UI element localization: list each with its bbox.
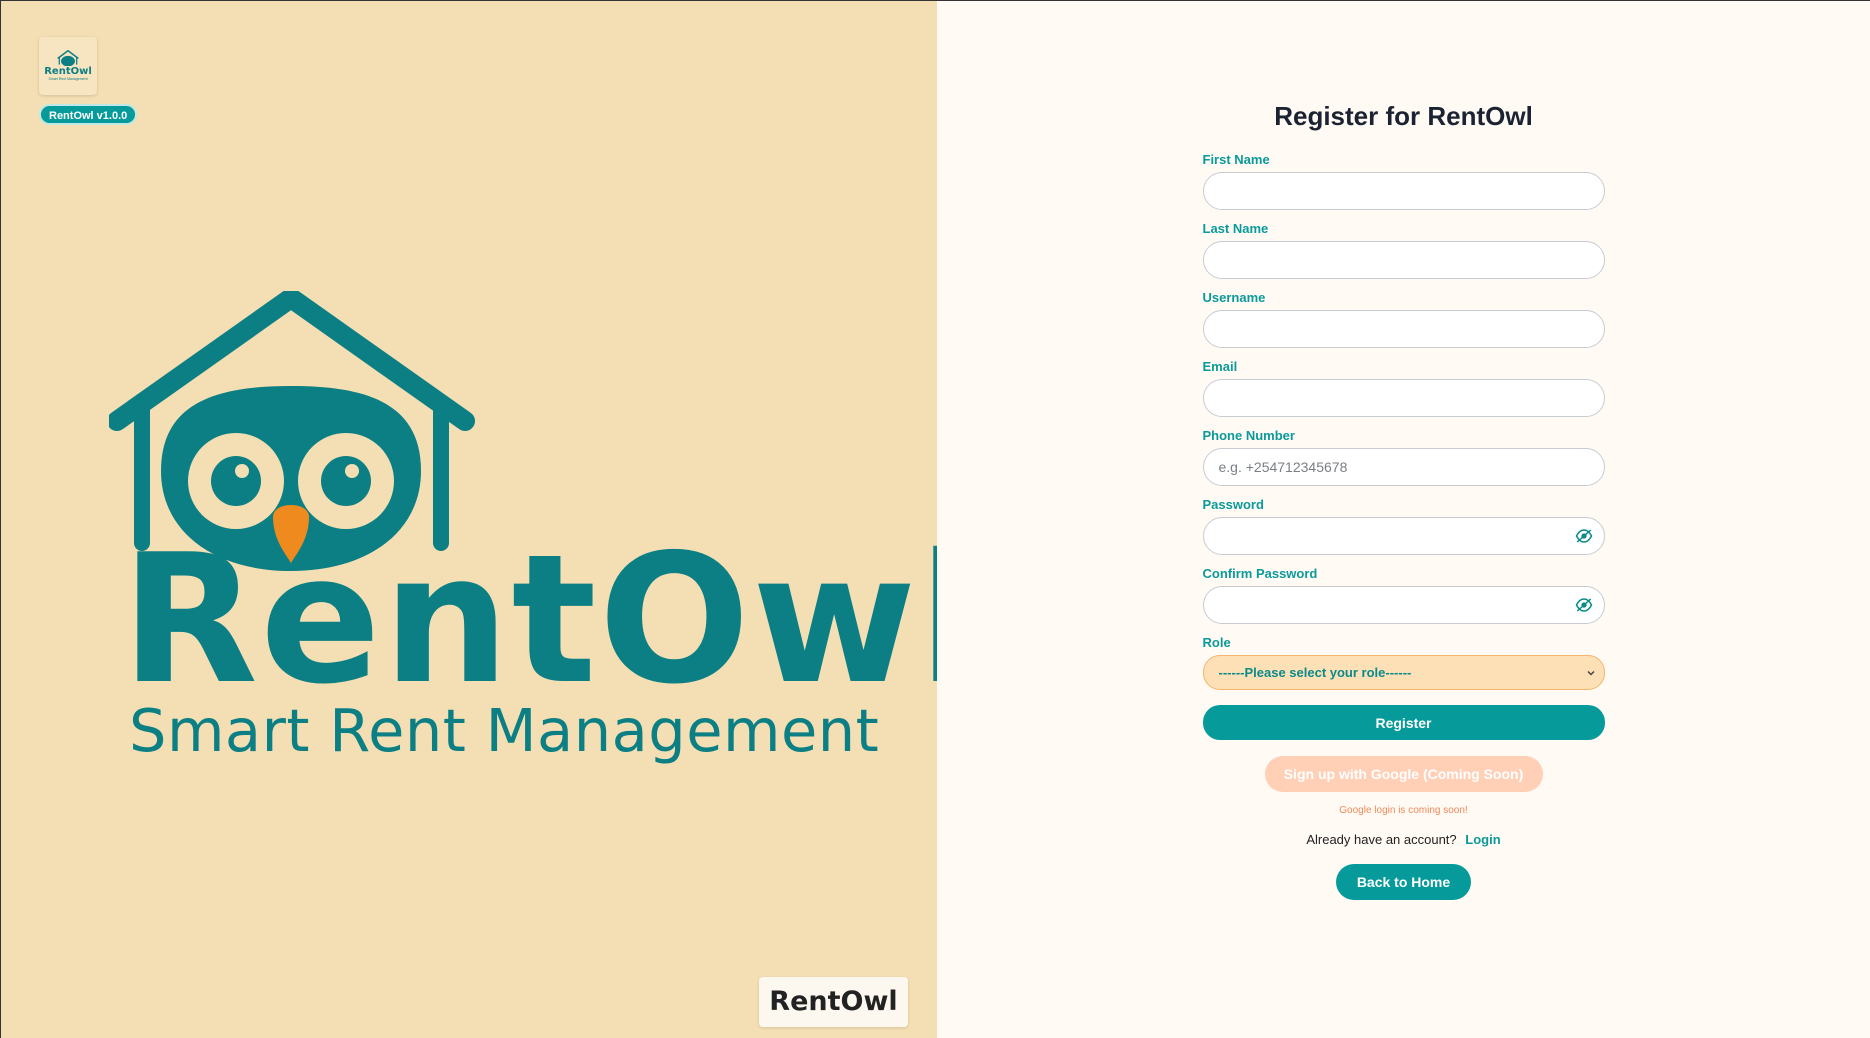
- small-logo-subtext: Smart Rent Management: [48, 77, 88, 82]
- chevron-down-icon: [1586, 670, 1595, 676]
- google-signup-button[interactable]: Sign up with Google (Coming Soon): [1264, 756, 1543, 792]
- password-label: Password: [1202, 497, 1264, 512]
- password-group: Password: [1202, 497, 1605, 555]
- phone-input[interactable]: [1202, 448, 1605, 486]
- version-badge: RentOwl v1.0.0: [39, 104, 138, 125]
- owl-house-icon: [57, 50, 79, 67]
- google-coming-soon-note: Google login is coming soon!: [1339, 805, 1468, 816]
- brand-panel: RentOwl Smart Rent Management RentOwl v1…: [1, 1, 979, 1038]
- confirm-password-wrapper: [1202, 586, 1605, 624]
- email-label: Email: [1202, 359, 1238, 374]
- last-name-group: Last Name: [1202, 221, 1605, 279]
- eye-icon[interactable]: [1575, 597, 1593, 613]
- back-to-home-button[interactable]: Back to Home: [1336, 864, 1471, 900]
- logo-tagline: Smart Rent Management: [129, 696, 880, 765]
- login-link[interactable]: Login: [1465, 832, 1500, 847]
- register-form: Register for RentOwl First Name Last Nam…: [1202, 101, 1605, 900]
- small-logo[interactable]: RentOwl Smart Rent Management: [39, 37, 97, 95]
- first-name-label: First Name: [1202, 152, 1270, 167]
- role-selected-value: ------Please select your role------: [1218, 665, 1412, 680]
- confirm-password-label: Confirm Password: [1202, 566, 1318, 581]
- username-label: Username: [1202, 290, 1266, 305]
- first-name-group: First Name: [1202, 152, 1605, 210]
- role-group: Role ------Please select your role------: [1202, 635, 1605, 690]
- confirm-password-group: Confirm Password: [1202, 566, 1605, 624]
- confirm-password-input[interactable]: [1202, 586, 1605, 624]
- register-page: RentOwl Smart Rent Management RentOwl v1…: [0, 0, 1870, 1038]
- register-button[interactable]: Register: [1202, 705, 1605, 740]
- password-input[interactable]: [1202, 517, 1605, 555]
- login-prompt-line: Already have an account? Login: [1203, 832, 1605, 847]
- role-select[interactable]: ------Please select your role------: [1202, 655, 1605, 690]
- small-logo-text: RentOwl: [44, 66, 92, 78]
- last-name-label: Last Name: [1202, 221, 1269, 236]
- form-panel: Register for RentOwl First Name Last Nam…: [936, 1, 1870, 1038]
- phone-label: Phone Number: [1202, 428, 1295, 443]
- first-name-input[interactable]: [1202, 172, 1605, 210]
- username-group: Username: [1202, 290, 1605, 348]
- email-group: Email: [1202, 359, 1605, 417]
- email-input[interactable]: [1202, 379, 1605, 417]
- logo-wordmark: RentOwl: [121, 516, 982, 723]
- username-input[interactable]: [1202, 310, 1605, 348]
- corner-brand-label: RentOwl: [759, 977, 908, 1027]
- form-title: Register for RentOwl: [1274, 101, 1533, 131]
- login-prompt-text: Already have an account?: [1306, 832, 1457, 847]
- phone-group: Phone Number: [1202, 428, 1605, 486]
- password-wrapper: [1202, 517, 1605, 555]
- eye-icon[interactable]: [1575, 528, 1593, 544]
- last-name-input[interactable]: [1202, 241, 1605, 279]
- role-label: Role: [1202, 635, 1231, 650]
